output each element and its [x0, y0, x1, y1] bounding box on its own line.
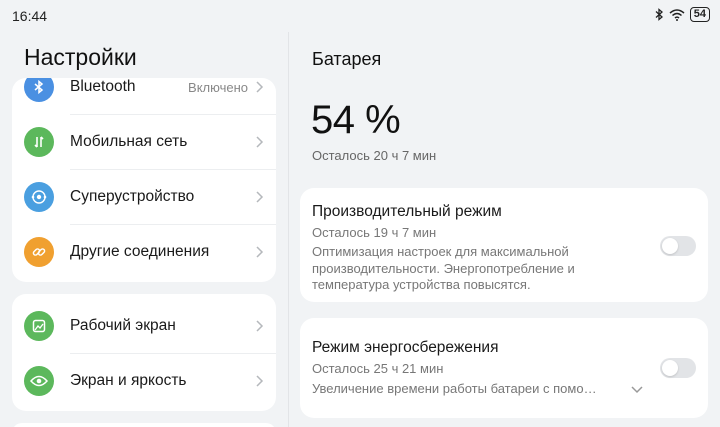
sidebar-item-super-device[interactable]: Суперустройство — [12, 170, 276, 224]
clock: 16:44 — [12, 8, 48, 24]
connectivity-group: Bluetooth Включено Мобильная сеть Суперу… — [12, 78, 276, 282]
sidebar-item-other-connections[interactable]: Другие соединения — [12, 225, 276, 279]
settings-title: Настройки — [24, 44, 137, 70]
chevron-right-icon — [256, 246, 264, 258]
display-group: Рабочий экран Экран и яркость — [12, 294, 276, 411]
chevron-right-icon — [256, 136, 264, 148]
chevron-down-icon[interactable] — [630, 385, 644, 395]
status-icons: 54 — [655, 7, 710, 22]
mode-description: Увеличение времени работы батареи с помо… — [312, 381, 597, 396]
home-screen-icon — [24, 311, 54, 341]
eye-icon — [24, 366, 54, 396]
mobile-network-icon — [24, 127, 54, 157]
page-title: Батарея — [312, 49, 382, 69]
sidebar-item-label: Экран и яркость — [70, 372, 187, 389]
wifi-icon — [669, 8, 685, 21]
bluetooth-icon — [24, 78, 54, 102]
sidebar-item-label: Bluetooth — [70, 78, 136, 95]
status-bar: 16:44 54 — [0, 0, 720, 32]
sidebar-item-home-screen[interactable]: Рабочий экран — [12, 299, 276, 353]
mode-subtitle: Осталось 25 ч 21 мин — [312, 361, 444, 376]
performance-mode-card[interactable]: Производительный режим Осталось 19 ч 7 м… — [300, 188, 708, 302]
sidebar-item-mobile-network[interactable]: Мобильная сеть — [12, 115, 276, 169]
link-icon — [24, 237, 54, 267]
chevron-right-icon — [256, 191, 264, 203]
mode-description: Оптимизация настроек для максимальной пр… — [312, 244, 575, 292]
sidebar-item-label: Рабочий экран — [70, 317, 176, 334]
sidebar-item-value: Включено — [188, 79, 248, 95]
sidebar-item-label: Другие соединения — [70, 243, 210, 260]
mode-title: Производительный режим — [312, 203, 502, 220]
pane-divider — [288, 32, 289, 427]
chevron-right-icon — [256, 375, 264, 387]
sidebar-item-label: Суперустройство — [70, 188, 195, 205]
chevron-right-icon — [256, 320, 264, 332]
sidebar-item-bluetooth[interactable]: Bluetooth Включено — [12, 78, 276, 114]
battery-icon: 54 — [689, 7, 710, 22]
sidebar-item-display-brightness[interactable]: Экран и яркость — [12, 354, 276, 408]
next-group — [12, 423, 276, 427]
mode-subtitle: Осталось 19 ч 7 мин — [312, 225, 437, 240]
power-saving-mode-card[interactable]: Режим энергосбережения Осталось 25 ч 21 … — [300, 318, 708, 418]
battery-percent: 54 % — [311, 98, 401, 142]
mode-title: Режим энергосбережения — [312, 339, 499, 356]
super-device-icon — [24, 182, 54, 212]
sidebar-item-label: Мобильная сеть — [70, 133, 188, 150]
chevron-right-icon — [256, 81, 264, 93]
bluetooth-icon — [655, 8, 663, 21]
power-saving-mode-toggle[interactable] — [660, 358, 696, 378]
battery-remaining: Осталось 20 ч 7 мин — [312, 148, 437, 163]
performance-mode-toggle[interactable] — [660, 236, 696, 256]
